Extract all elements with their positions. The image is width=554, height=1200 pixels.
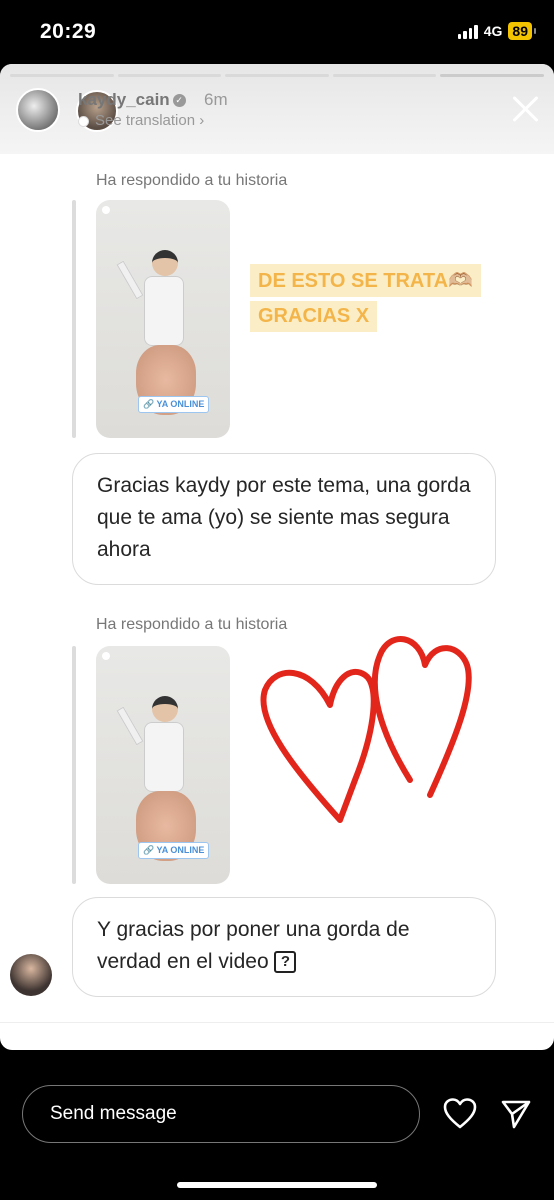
status-indicators: 4G 89 — [457, 22, 536, 40]
story-thumbnail-figure — [116, 250, 196, 415]
message-bubble[interactable]: Y gracias por poner una gorda de verdad … — [72, 897, 496, 997]
home-indicator — [177, 1182, 377, 1188]
sticker-line-2: GRACIAS X — [250, 301, 378, 332]
battery-icon: 89 — [508, 22, 536, 40]
message-bubble[interactable]: Gracias kaydy por este tema, una gorda q… — [72, 453, 496, 585]
see-translation-link[interactable]: See translation › — [78, 112, 204, 129]
hand-drawn-hearts — [260, 636, 472, 823]
reply-quote-line — [72, 646, 76, 884]
send-message-input[interactable] — [22, 1085, 420, 1143]
sender-avatar[interactable] — [10, 954, 52, 996]
replied-label: Ha respondido a tu historia — [96, 172, 288, 189]
story-thumbnail-corner — [102, 206, 110, 214]
divider — [0, 1022, 554, 1023]
cellular-signal-icon — [457, 24, 478, 39]
send-icon[interactable] — [500, 1098, 532, 1130]
story-thumbnail-corner — [102, 652, 110, 660]
status-bar: 20:29 4G 89 — [0, 0, 554, 64]
story-text-sticker: DE ESTO SE TRATA🫶🏼 GRACIAS X — [250, 264, 481, 336]
reply-quote-line — [72, 200, 76, 438]
message-text: Gracias kaydy por este tema, una gorda q… — [97, 474, 471, 561]
translate-dot-icon — [78, 115, 89, 127]
message-text: Y gracias por poner una gorda de verdad … — [97, 918, 410, 973]
heart-icon[interactable] — [443, 1098, 477, 1130]
network-type: 4G — [483, 23, 503, 39]
ya-online-badge: 🔗 YA ONLINE — [138, 396, 210, 413]
story-username[interactable]: kaydy_cain ✓ — [78, 90, 186, 110]
story-progress-bar — [10, 74, 544, 77]
ya-online-badge: 🔗 YA ONLINE — [138, 842, 210, 859]
close-icon[interactable] — [508, 92, 542, 126]
see-translation-text[interactable]: See translation — [95, 112, 195, 129]
story-thumbnail[interactable]: 🔗 YA ONLINE — [96, 646, 230, 884]
story-thumbnail-figure — [116, 696, 196, 861]
story-card[interactable]: kaydy_cain ✓ 6m See translation › Ha resp… — [0, 64, 554, 1050]
sticker-line-1: DE ESTO SE TRATA🫶🏼 — [250, 264, 481, 297]
verified-badge-icon: ✓ — [172, 94, 186, 108]
username-text[interactable]: kaydy_cain — [78, 90, 170, 109]
story-thumbnail[interactable]: 🔗 YA ONLINE — [96, 200, 230, 438]
composer-bar — [0, 1050, 554, 1200]
story-time: 6m — [204, 90, 228, 109]
question-box-glyph: ? — [274, 951, 297, 974]
status-time: 20:29 — [40, 20, 97, 43]
author-avatar[interactable] — [16, 88, 60, 132]
